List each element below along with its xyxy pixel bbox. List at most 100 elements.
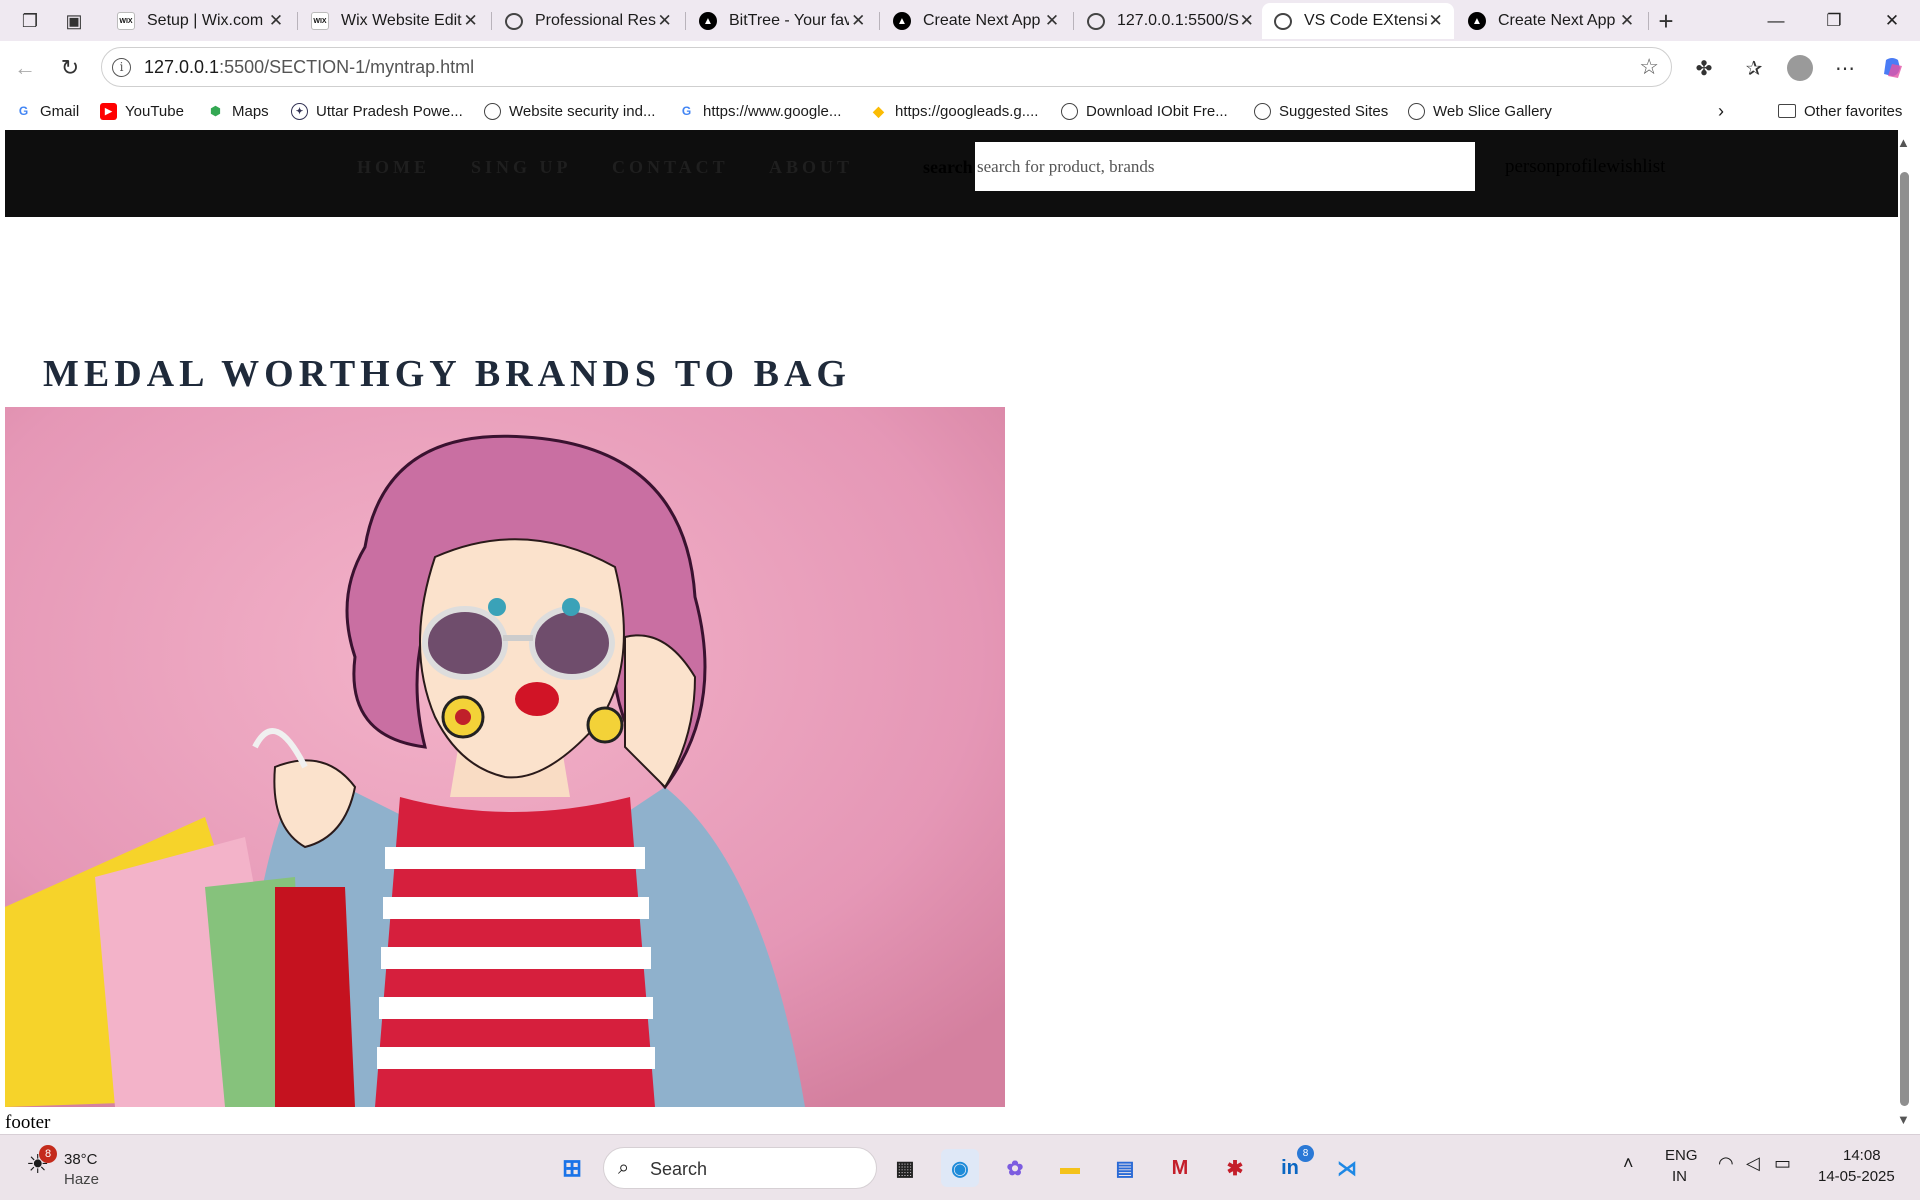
- bookmark-label: Uttar Pradesh Powe...: [316, 102, 463, 120]
- close-icon[interactable]: ✕: [462, 11, 479, 31]
- favorite-star-icon[interactable]: ☆: [1639, 54, 1659, 80]
- weather-desc[interactable]: Haze: [64, 1171, 99, 1188]
- nav-about-link[interactable]: ABOUT: [769, 157, 853, 178]
- site-header: HOME SING UP CONTACT ABOUT search person…: [5, 130, 1898, 217]
- clock-time[interactable]: 14:08: [1843, 1147, 1881, 1164]
- tab-create-next-app[interactable]: ▲ Create Next App ✕: [881, 3, 1071, 39]
- info-icon[interactable]: i: [112, 58, 131, 77]
- wifi-icon[interactable]: ◠: [1718, 1153, 1734, 1174]
- tab-create-next-app-2[interactable]: ▲ Create Next App ✕: [1456, 3, 1646, 39]
- windows-start-icon[interactable]: ⊞: [553, 1149, 591, 1187]
- google-ads-icon: ◆: [873, 102, 884, 119]
- search-input[interactable]: [975, 142, 1475, 191]
- scroll-up-icon[interactable]: ▲: [1897, 135, 1910, 150]
- tab-title: Create Next App: [923, 12, 1041, 29]
- weather-temp[interactable]: 38°C: [64, 1151, 98, 1168]
- vscode-icon[interactable]: ⋊: [1328, 1149, 1366, 1187]
- bookmark-iobit[interactable]: Download IObit Fre...: [1061, 99, 1228, 123]
- address-bar[interactable]: i 127.0.0.1:5500/SECTION-1/myntrap.html …: [101, 47, 1672, 87]
- tab-title: 127.0.0.1:5500/SE: [1117, 12, 1239, 29]
- hero-image: [5, 407, 1005, 1107]
- globe-icon: [1254, 102, 1271, 120]
- tab-vscode-extension[interactable]: VS Code EXtensio ✕: [1262, 3, 1454, 39]
- taskbar-search-label: Search: [650, 1159, 708, 1179]
- mcafee-icon[interactable]: M: [1161, 1149, 1199, 1187]
- volume-icon[interactable]: ◁: [1746, 1153, 1760, 1174]
- bookmark-google[interactable]: Ghttps://www.google...: [678, 99, 842, 123]
- task-view-icon[interactable]: ▦: [886, 1149, 924, 1187]
- bookmark-label: YouTube: [125, 102, 184, 120]
- tab-wix-editor[interactable]: WIX Wix Website Edito ✕: [299, 3, 489, 39]
- clock-date[interactable]: 14-05-2025: [1818, 1168, 1895, 1185]
- google-g-icon: G: [681, 104, 692, 118]
- more-bookmarks-chevron-icon[interactable]: ›: [1718, 99, 1724, 123]
- close-icon[interactable]: ✕: [849, 11, 867, 31]
- bookmarks-bar: G Gmail ▶ YouTube ⬢ Maps ✦ Uttar Pradesh Pow…: [0, 93, 1920, 129]
- language-top[interactable]: ENG: [1665, 1147, 1698, 1164]
- nav-contact-link[interactable]: CONTACT: [612, 157, 729, 178]
- bookmark-youtube[interactable]: ▶ YouTube: [100, 99, 184, 123]
- page-viewport: HOME SING UP CONTACT ABOUT search person…: [5, 130, 1898, 1134]
- battery-icon[interactable]: ▭: [1774, 1153, 1791, 1174]
- show-hidden-icons-chevron-icon[interactable]: ˄: [1623, 1153, 1634, 1174]
- minimize-icon[interactable]: —: [1748, 0, 1804, 41]
- close-icon[interactable]: ✕: [1618, 11, 1636, 31]
- workspaces-icon[interactable]: ❐: [17, 8, 43, 34]
- bookmark-googleads[interactable]: ◆ https://googleads.g....: [870, 99, 1038, 123]
- url-text[interactable]: 127.0.0.1:5500/SECTION-1/myntrap.html: [144, 57, 474, 78]
- search-icon: ⌕: [618, 1157, 630, 1179]
- scrollbar-thumb[interactable]: [1900, 172, 1909, 1106]
- back-arrow-icon[interactable]: ←: [10, 53, 40, 83]
- close-icon[interactable]: ✕: [1427, 11, 1444, 31]
- edge-browser-icon[interactable]: ◉: [941, 1149, 979, 1187]
- copilot-icon[interactable]: [1877, 53, 1907, 83]
- nav-home-link[interactable]: HOME: [357, 157, 430, 178]
- avatar: [1787, 55, 1813, 81]
- tab-localhost[interactable]: 127.0.0.1:5500/SE ✕: [1075, 3, 1265, 39]
- tab-professional-resume[interactable]: Professional Resu ✕: [493, 3, 683, 39]
- favorites-icon[interactable]: ✰: [1739, 53, 1769, 83]
- bookmark-uttar-pradesh[interactable]: ✦ Uttar Pradesh Powe...: [291, 99, 463, 123]
- close-icon[interactable]: ✕: [1239, 11, 1256, 31]
- extensions-icon[interactable]: ✤: [1689, 53, 1719, 83]
- scroll-down-icon[interactable]: ▼: [1897, 1112, 1910, 1127]
- restore-icon[interactable]: ❐: [1806, 0, 1862, 41]
- vertical-tabs-icon[interactable]: ▣: [61, 8, 87, 34]
- bookmark-gmail[interactable]: G Gmail: [15, 99, 79, 123]
- site-logo-icon: ✦: [291, 102, 308, 120]
- copilot-app-icon[interactable]: ✿: [996, 1149, 1034, 1187]
- youtube-icon: ▶: [100, 102, 117, 120]
- shopping-woman-illustration: [5, 407, 1005, 1107]
- linkedin-badge: 8: [1297, 1145, 1314, 1162]
- close-window-icon[interactable]: ✕: [1864, 0, 1920, 41]
- bookmark-website-security[interactable]: Website security ind...: [484, 99, 655, 123]
- close-icon[interactable]: ✕: [656, 11, 673, 31]
- url-path: :5500/SECTION-1/myntrap.html: [219, 57, 475, 77]
- other-favorites[interactable]: Other favorites: [1778, 99, 1902, 123]
- profile-avatar[interactable]: [1785, 53, 1815, 83]
- new-tab-icon[interactable]: +: [1653, 6, 1679, 36]
- game-app-icon[interactable]: ✱: [1216, 1149, 1254, 1187]
- close-icon[interactable]: ✕: [1043, 11, 1061, 31]
- microsoft-store-icon[interactable]: ▤: [1106, 1149, 1144, 1187]
- tab-wix-setup[interactable]: WIX Setup | Wix.com ✕: [105, 3, 295, 39]
- bookmark-web-slice-gallery[interactable]: Web Slice Gallery: [1408, 99, 1552, 123]
- bookmark-maps[interactable]: ⬢ Maps: [207, 99, 269, 123]
- language-bottom[interactable]: IN: [1672, 1168, 1687, 1185]
- tab-title: VS Code EXtensio: [1304, 12, 1428, 29]
- taskbar-search[interactable]: ⌕ Search: [603, 1147, 877, 1189]
- file-explorer-icon[interactable]: ▬: [1051, 1149, 1089, 1187]
- bookmark-suggested-sites[interactable]: Suggested Sites: [1254, 99, 1388, 123]
- close-icon[interactable]: ✕: [267, 11, 285, 31]
- google-g-icon: G: [18, 104, 29, 118]
- bookmark-label: Maps: [232, 102, 269, 120]
- more-options-icon[interactable]: ⋯: [1830, 53, 1860, 83]
- tab-bittree[interactable]: ▲ BitTree - Your fav ✕: [687, 3, 877, 39]
- tab-title: Wix Website Edito: [341, 12, 463, 29]
- folder-icon: [1778, 104, 1796, 118]
- tab-divider: [297, 12, 298, 30]
- globe-icon: [1274, 12, 1292, 30]
- nav-signup-link[interactable]: SING UP: [471, 157, 572, 178]
- refresh-icon[interactable]: ↻: [55, 53, 85, 83]
- user-links[interactable]: personprofilewishlist: [1505, 156, 1665, 178]
